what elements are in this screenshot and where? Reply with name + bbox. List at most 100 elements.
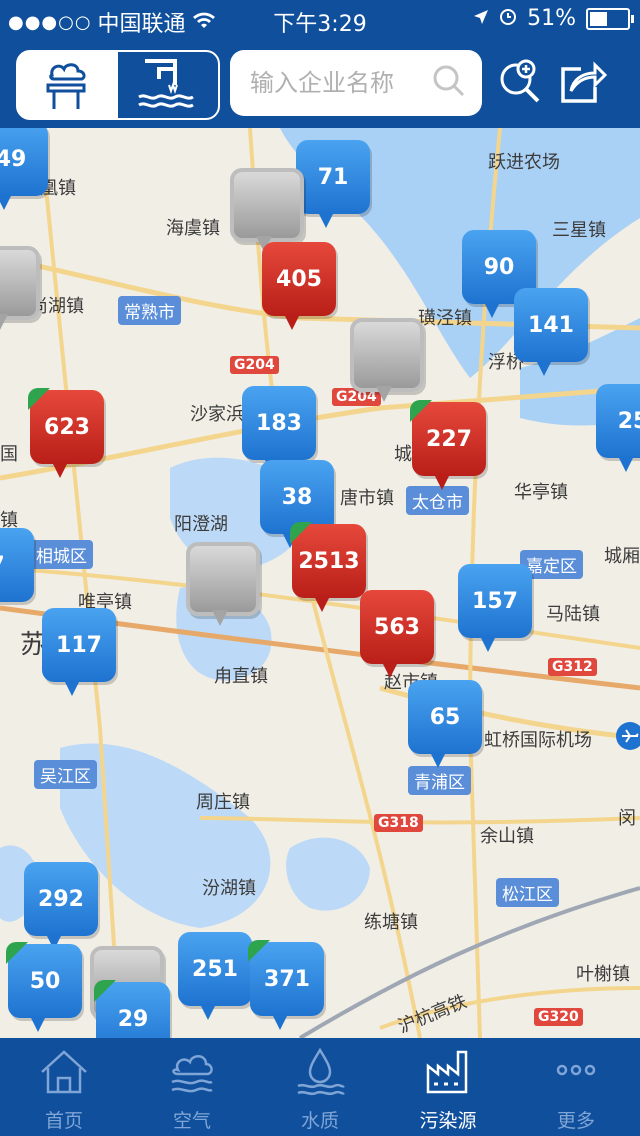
location-arrow-icon bbox=[473, 6, 489, 31]
marker-count: 38 bbox=[281, 484, 313, 510]
road-badge: G312 bbox=[548, 658, 597, 676]
pollution-source-marker[interactable]: 405 bbox=[262, 242, 336, 330]
tab-label: 更多 bbox=[556, 1110, 595, 1132]
pollution-source-marker[interactable] bbox=[350, 318, 424, 402]
marker-count: 2513 bbox=[298, 548, 360, 574]
pollution-source-marker[interactable]: 623 bbox=[28, 388, 104, 478]
share-button[interactable] bbox=[556, 58, 608, 110]
water-outlet-icon bbox=[133, 55, 203, 115]
home-icon bbox=[38, 1046, 90, 1102]
pollution-source-marker[interactable] bbox=[186, 542, 260, 626]
zoom-in-icon bbox=[498, 59, 542, 109]
share-icon bbox=[557, 59, 608, 109]
place-label: 璜泾镇 bbox=[418, 308, 472, 329]
battery-percent: 51% bbox=[527, 6, 576, 31]
place-label: 余山镇 bbox=[480, 826, 534, 847]
marker-count: 65 bbox=[429, 704, 461, 730]
marker-count: 50 bbox=[29, 968, 61, 994]
pollution-source-marker[interactable]: 117 bbox=[42, 608, 116, 696]
city-label: 太仓市 bbox=[406, 486, 469, 515]
district-label: 松江区 bbox=[496, 878, 559, 907]
water-source-segment[interactable] bbox=[118, 52, 218, 118]
road-badge: G318 bbox=[374, 814, 423, 832]
road-badge: G320 bbox=[534, 1008, 583, 1026]
place-label: 城 bbox=[394, 444, 412, 465]
pollution-source-marker[interactable]: 7 bbox=[0, 528, 34, 602]
search-input[interactable] bbox=[248, 68, 432, 98]
pollution-source-marker[interactable]: 251 bbox=[178, 932, 252, 1020]
tab-air[interactable]: 空气 bbox=[128, 1038, 256, 1136]
pollution-source-marker[interactable]: 227 bbox=[410, 400, 486, 490]
more-icon bbox=[550, 1046, 602, 1102]
city-label: 常熟市 bbox=[118, 296, 181, 325]
pollution-source-marker[interactable] bbox=[230, 168, 304, 252]
water-quality-icon bbox=[294, 1046, 346, 1102]
tab-label: 水质 bbox=[300, 1110, 339, 1132]
marker-count: 141 bbox=[528, 312, 574, 338]
district-label: 相城区 bbox=[30, 540, 93, 569]
status-bar: ●●●○○ 中国联通 下午3:29 51% bbox=[0, 0, 640, 40]
marker-count: 25 bbox=[617, 408, 640, 434]
place-label: 闵 bbox=[618, 808, 636, 829]
source-type-segmented-control bbox=[16, 50, 220, 120]
alarm-icon bbox=[499, 6, 517, 31]
place-label: 甪直镇 bbox=[214, 666, 268, 687]
marker-count: 90 bbox=[483, 254, 515, 280]
clock: 下午3:29 bbox=[273, 12, 367, 37]
place-label: 海虞镇 bbox=[166, 218, 220, 239]
place-label: 唐市镇 bbox=[340, 488, 394, 509]
tab-label: 空气 bbox=[172, 1110, 211, 1132]
pollution-source-marker[interactable]: 2513 bbox=[290, 522, 366, 612]
pollution-source-marker[interactable]: 50 bbox=[6, 942, 82, 1032]
tab-label: 污染源 bbox=[419, 1110, 477, 1132]
marker-count: 292 bbox=[38, 886, 84, 912]
marker-count: 405 bbox=[276, 266, 322, 292]
place-label: 华亭镇 bbox=[514, 482, 568, 503]
air-chimney-icon bbox=[38, 55, 98, 115]
pollution-source-marker[interactable]: 65 bbox=[408, 680, 482, 768]
battery-icon bbox=[586, 7, 634, 30]
tab-label: 首页 bbox=[44, 1110, 83, 1132]
place-label: 马陆镇 bbox=[546, 604, 600, 625]
marker-count: 29 bbox=[117, 1006, 149, 1032]
search-icon[interactable] bbox=[432, 64, 466, 102]
air-source-segment[interactable] bbox=[18, 52, 118, 118]
tab-home[interactable]: 首页 bbox=[0, 1038, 128, 1136]
airport-icon bbox=[616, 722, 640, 750]
marker-count: 563 bbox=[374, 614, 420, 640]
pollution-source-marker[interactable]: 563 bbox=[360, 590, 434, 678]
marker-count: 71 bbox=[317, 164, 349, 190]
district-label: 吴江区 bbox=[34, 760, 97, 789]
place-label: 跃进农场 bbox=[488, 152, 560, 173]
marker-count: 49 bbox=[0, 146, 27, 172]
pollution-source-marker[interactable]: 29 bbox=[94, 980, 170, 1038]
place-label: 三星镇 bbox=[552, 220, 606, 241]
place-label: 周庄镇 bbox=[196, 792, 250, 813]
pollution-source-marker[interactable]: 183 bbox=[242, 386, 316, 474]
pollution-source-map[interactable]: 凰镇 海虞镇 跃进农场 三星镇 尚湖镇 常熟市 璜泾镇 浮桥 沙家浜 城 太仓市… bbox=[0, 128, 640, 1038]
marker-count: 371 bbox=[264, 966, 310, 992]
tab-water-quality[interactable]: 水质 bbox=[256, 1038, 384, 1136]
pollution-source-marker[interactable]: 25 bbox=[596, 384, 640, 472]
pollution-source-marker[interactable] bbox=[0, 246, 40, 330]
pollution-source-marker[interactable]: 71 bbox=[296, 140, 370, 228]
pollution-source-marker[interactable]: 371 bbox=[248, 940, 324, 1030]
pollution-source-marker[interactable]: 141 bbox=[514, 288, 588, 376]
pollution-source-marker[interactable]: 49 bbox=[0, 128, 48, 210]
place-label: 城厢 bbox=[604, 546, 640, 567]
place-label: 汾湖镇 bbox=[202, 878, 256, 899]
bottom-tab-bar: 首页 空气 水质 污染源 更多 bbox=[0, 1038, 640, 1136]
search-box bbox=[230, 50, 482, 116]
marker-count: 157 bbox=[472, 588, 518, 614]
road-badge: G204 bbox=[230, 356, 279, 374]
marker-count: 117 bbox=[56, 632, 102, 658]
pollution-source-marker[interactable]: 292 bbox=[24, 862, 98, 950]
tab-pollution-source[interactable]: 污染源 bbox=[384, 1038, 512, 1136]
place-label: 国 bbox=[0, 444, 18, 465]
place-label: 练塘镇 bbox=[364, 912, 418, 933]
marker-count: 251 bbox=[192, 956, 238, 982]
marker-count: 183 bbox=[256, 410, 302, 436]
tab-more[interactable]: 更多 bbox=[512, 1038, 640, 1136]
pollution-source-marker[interactable]: 157 bbox=[458, 564, 532, 652]
zoom-in-button[interactable] bbox=[494, 58, 546, 110]
